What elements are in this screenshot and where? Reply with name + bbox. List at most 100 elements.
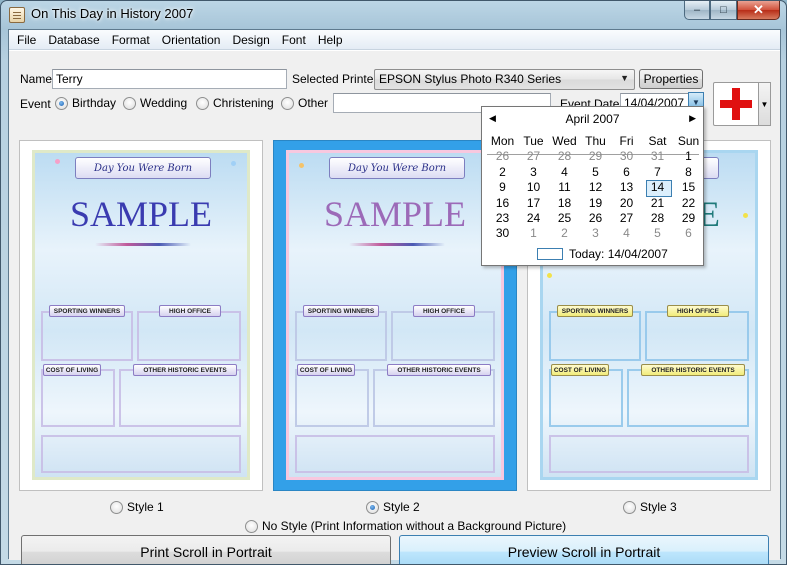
calendar-day[interactable]: 4 — [611, 226, 642, 241]
calendar-day[interactable]: 26 — [580, 211, 611, 226]
menu-help[interactable]: Help — [312, 30, 349, 49]
no-style-radio[interactable]: No Style (Print Information without a Ba… — [245, 519, 566, 533]
event-wedding-radio[interactable]: Wedding — [123, 96, 187, 110]
section-box — [549, 311, 641, 361]
calendar-day[interactable]: 4 — [549, 165, 580, 180]
menu-orientation[interactable]: Orientation — [156, 30, 227, 49]
calendar-day[interactable]: 14 — [642, 180, 673, 198]
calendar-week-row: 2 3 4 5 6 7 8 — [487, 165, 704, 180]
preview-button[interactable]: Preview Scroll in Portrait — [399, 535, 769, 564]
style-2-radio[interactable]: Style 2 — [366, 500, 420, 514]
calendar-day[interactable]: 6 — [673, 226, 704, 241]
calendar-day-number: 24 — [526, 210, 541, 225]
style-3-radio[interactable]: Style 3 — [623, 500, 677, 514]
maximize-button[interactable]: □ — [710, 1, 737, 20]
event-birthday-radio[interactable]: Birthday — [55, 96, 116, 110]
calendar-day-number: 27 — [619, 210, 634, 225]
calendar-day[interactable]: 5 — [642, 226, 673, 241]
triangle-right-icon[interactable]: ▶ — [689, 113, 696, 124]
section-box — [627, 369, 749, 427]
app-scroll-icon[interactable] — [9, 7, 25, 23]
calendar-day[interactable]: 19 — [580, 196, 611, 211]
calendar-day[interactable]: 11 — [549, 180, 580, 195]
calendar-day[interactable]: 8 — [673, 165, 704, 180]
event-birthday-label: Birthday — [72, 96, 117, 110]
calendar-week-row: 9 10 11 12 13 14 15 — [487, 180, 704, 198]
calendar-day-number: 28 — [557, 149, 572, 164]
calendar-day[interactable]: 5 — [580, 165, 611, 180]
balloon-decoration — [55, 159, 60, 164]
close-button[interactable]: ✕ — [737, 1, 780, 20]
calendar-day[interactable]: 23 — [487, 211, 518, 226]
calendar-day[interactable]: 26 — [487, 149, 518, 164]
printer-select-value: EPSON Stylus Photo R340 Series — [379, 72, 562, 86]
calendar-day[interactable]: 24 — [518, 211, 549, 226]
calendar-day[interactable]: 27 — [518, 149, 549, 164]
calendar-day[interactable]: 3 — [580, 226, 611, 241]
section-ribbon-cost: COST OF LIVING — [551, 364, 609, 376]
calendar-day[interactable]: 31 — [642, 149, 673, 164]
event-other-label: Other — [298, 96, 329, 110]
chevron-down-icon[interactable]: ▼ — [759, 82, 771, 126]
minimize-button[interactable]: – — [684, 1, 710, 20]
calendar-day[interactable]: 7 — [642, 165, 673, 180]
calendar-day[interactable]: 13 — [611, 180, 642, 195]
calendar-day-number: 28 — [650, 210, 665, 225]
calendar-day[interactable]: 28 — [549, 149, 580, 164]
print-button[interactable]: Print Scroll in Portrait — [21, 535, 391, 564]
calendar-day[interactable]: 18 — [549, 196, 580, 211]
menu-format[interactable]: Format — [106, 30, 156, 49]
section-box — [373, 369, 495, 427]
section-ribbon-high-office: HIGH OFFICE — [159, 305, 221, 317]
calendar-day[interactable]: 17 — [518, 196, 549, 211]
calendar-day-number: 14 — [650, 180, 665, 195]
calendar-month-title[interactable]: April 2007 — [482, 112, 703, 126]
calendar-day[interactable]: 9 — [487, 180, 518, 195]
calendar-day[interactable]: 29 — [580, 149, 611, 164]
properties-button[interactable]: Properties — [639, 69, 703, 89]
flag-button[interactable]: ▼ — [713, 82, 771, 126]
style-3-label: Style 3 — [640, 500, 677, 514]
calendar-day[interactable]: 22 — [673, 196, 704, 211]
menu-database[interactable]: Database — [42, 30, 105, 49]
printer-select[interactable]: EPSON Stylus Photo R340 Series ▼ — [374, 69, 635, 90]
style-1-radio[interactable]: Style 1 — [110, 500, 164, 514]
event-other-radio[interactable]: Other — [281, 96, 328, 110]
title-bar[interactable]: On This Day in History 2007 – □ ✕ — [1, 1, 786, 29]
radio-dot — [366, 500, 379, 514]
calendar-day[interactable]: 15 — [673, 180, 704, 195]
calendar-day[interactable]: 20 — [611, 196, 642, 211]
calendar-day[interactable]: 25 — [549, 211, 580, 226]
calendar-day[interactable]: 3 — [518, 165, 549, 180]
calendar-day[interactable]: 21 — [642, 196, 673, 211]
calendar-day[interactable]: 30 — [611, 149, 642, 164]
calendar-day[interactable]: 12 — [580, 180, 611, 195]
calendar-day[interactable]: 2 — [549, 226, 580, 241]
calendar-day[interactable]: 10 — [518, 180, 549, 195]
weekday-tue: Tue — [523, 134, 544, 148]
calendar-day[interactable]: 2 — [487, 165, 518, 180]
section-ribbon-high-office: HIGH OFFICE — [667, 305, 729, 317]
calendar-day-number: 31 — [650, 149, 665, 164]
calendar-day[interactable]: 16 — [487, 196, 518, 211]
calendar-day[interactable]: 1 — [673, 149, 704, 164]
calendar-day[interactable]: 28 — [642, 211, 673, 226]
menu-font[interactable]: Font — [276, 30, 312, 49]
menu-file[interactable]: File — [11, 30, 42, 49]
calendar-day-number: 21 — [650, 195, 665, 210]
name-field[interactable]: Terry — [52, 69, 287, 89]
calendar-day-number: 9 — [499, 180, 506, 195]
calendar-day[interactable]: 27 — [611, 211, 642, 226]
section-ribbon-cost: COST OF LIVING — [297, 364, 355, 376]
calendar-day-number: 27 — [526, 149, 541, 164]
menu-design[interactable]: Design — [226, 30, 275, 49]
calendar-day[interactable]: 1 — [518, 226, 549, 241]
calendar-day-number: 20 — [619, 195, 634, 210]
calendar-day[interactable]: 6 — [611, 165, 642, 180]
style-1-preview[interactable]: Day You Were Born SAMPLE SPORTING WINNER… — [19, 140, 263, 491]
calendar-today-link[interactable]: Today: 14/04/2007 — [537, 247, 668, 261]
calendar-day[interactable]: 30 — [487, 226, 518, 241]
calendar-day[interactable]: 29 — [673, 211, 704, 226]
event-christening-radio[interactable]: Christening — [196, 96, 274, 110]
section-box — [549, 435, 749, 473]
